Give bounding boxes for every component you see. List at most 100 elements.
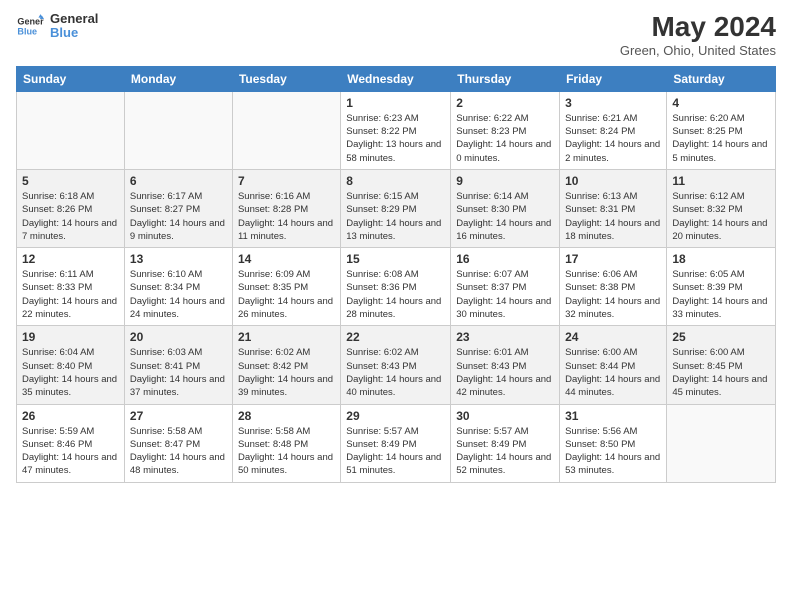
calendar-header-wednesday: Wednesday — [341, 66, 451, 91]
day-info: Sunrise: 5:58 AMSunset: 8:48 PMDaylight:… — [238, 425, 335, 478]
day-info: Sunrise: 6:21 AMSunset: 8:24 PMDaylight:… — [565, 112, 661, 165]
day-number: 26 — [22, 409, 119, 423]
calendar-day-cell: 4 Sunrise: 6:20 AMSunset: 8:25 PMDaylight… — [667, 91, 776, 169]
calendar-day-cell: 22Sunrise: 6:02 AMSunset: 8:43 PMDayligh… — [341, 326, 451, 404]
calendar-header-row: SundayMondayTuesdayWednesdayThursdayFrid… — [17, 66, 776, 91]
main-title: May 2024 — [620, 12, 776, 43]
day-number: 4 — [672, 96, 770, 110]
calendar-week-row: 19 Sunrise: 6:04 AMSunset: 8:40 PMDayligh… — [17, 326, 776, 404]
calendar-day-cell: 24 Sunrise: 6:00 AMSunset: 8:44 PMDayligh… — [560, 326, 667, 404]
day-info: Sunrise: 6:08 AMSunset: 8:36 PMDaylight:… — [346, 268, 445, 321]
day-info: Sunrise: 6:13 AMSunset: 8:31 PMDaylight:… — [565, 190, 661, 243]
day-number: 21 — [238, 330, 335, 344]
calendar-day-cell: 30 Sunrise: 5:57 AMSunset: 8:49 PMDayligh… — [451, 404, 560, 482]
calendar-day-cell: 8Sunrise: 6:15 AMSunset: 8:29 PMDaylight… — [341, 169, 451, 247]
day-number: 14 — [238, 252, 335, 266]
day-number: 6 — [130, 174, 227, 188]
day-info: Sunrise: 6:14 AMSunset: 8:30 PMDaylight:… — [456, 190, 554, 243]
day-info: Sunrise: 5:59 AMSunset: 8:46 PMDaylight:… — [22, 425, 119, 478]
calendar-day-cell: 9Sunrise: 6:14 AMSunset: 8:30 PMDaylight… — [451, 169, 560, 247]
day-info: Sunrise: 6:06 AMSunset: 8:38 PMDaylight:… — [565, 268, 661, 321]
calendar-day-cell: 20 Sunrise: 6:03 AMSunset: 8:41 PMDayligh… — [124, 326, 232, 404]
calendar-day-cell: 28 Sunrise: 5:58 AMSunset: 8:48 PMDayligh… — [232, 404, 340, 482]
title-block: May 2024 Green, Ohio, United States — [620, 12, 776, 58]
day-info: Sunrise: 6:23 AMSunset: 8:22 PMDaylight:… — [346, 112, 445, 165]
calendar-day-cell — [17, 91, 125, 169]
day-number: 7 — [238, 174, 335, 188]
calendar-header-friday: Friday — [560, 66, 667, 91]
calendar-day-cell: 31Sunrise: 5:56 AMSunset: 8:50 PMDayligh… — [560, 404, 667, 482]
day-number: 2 — [456, 96, 554, 110]
day-number: 1 — [346, 96, 445, 110]
day-info: Sunrise: 6:00 AMSunset: 8:44 PMDaylight:… — [565, 346, 661, 399]
day-info: Sunrise: 6:09 AMSunset: 8:35 PMDaylight:… — [238, 268, 335, 321]
calendar-header-saturday: Saturday — [667, 66, 776, 91]
day-number: 8 — [346, 174, 445, 188]
day-number: 13 — [130, 252, 227, 266]
day-number: 12 — [22, 252, 119, 266]
calendar-week-row: 1 Sunrise: 6:23 AMSunset: 8:22 PMDaylight… — [17, 91, 776, 169]
day-info: Sunrise: 5:57 AMSunset: 8:49 PMDaylight:… — [346, 425, 445, 478]
calendar-header-tuesday: Tuesday — [232, 66, 340, 91]
day-number: 29 — [346, 409, 445, 423]
calendar-day-cell: 14 Sunrise: 6:09 AMSunset: 8:35 PMDayligh… — [232, 248, 340, 326]
calendar-day-cell — [124, 91, 232, 169]
day-number: 19 — [22, 330, 119, 344]
day-info: Sunrise: 5:58 AMSunset: 8:47 PMDaylight:… — [130, 425, 227, 478]
calendar-day-cell: 29 Sunrise: 5:57 AMSunset: 8:49 PMDayligh… — [341, 404, 451, 482]
header: General Blue General Blue May 2024 Green… — [16, 12, 776, 58]
day-info: Sunrise: 6:22 AMSunset: 8:23 PMDaylight:… — [456, 112, 554, 165]
day-info: Sunrise: 6:04 AMSunset: 8:40 PMDaylight:… — [22, 346, 119, 399]
day-number: 5 — [22, 174, 119, 188]
calendar-week-row: 5 Sunrise: 6:18 AMSunset: 8:26 PMDaylight… — [17, 169, 776, 247]
page: General Blue General Blue May 2024 Green… — [0, 0, 792, 612]
day-number: 15 — [346, 252, 445, 266]
calendar-day-cell: 16Sunrise: 6:07 AMSunset: 8:37 PMDayligh… — [451, 248, 560, 326]
calendar-day-cell: 18Sunrise: 6:05 AMSunset: 8:39 PMDayligh… — [667, 248, 776, 326]
day-number: 23 — [456, 330, 554, 344]
calendar-day-cell: 15 Sunrise: 6:08 AMSunset: 8:36 PMDayligh… — [341, 248, 451, 326]
subtitle: Green, Ohio, United States — [620, 43, 776, 58]
day-info: Sunrise: 6:20 AMSunset: 8:25 PMDaylight:… — [672, 112, 770, 165]
day-info: Sunrise: 6:00 AMSunset: 8:45 PMDaylight:… — [672, 346, 770, 399]
day-number: 10 — [565, 174, 661, 188]
calendar-table: SundayMondayTuesdayWednesdayThursdayFrid… — [16, 66, 776, 483]
calendar-week-row: 26 Sunrise: 5:59 AMSunset: 8:46 PMDayligh… — [17, 404, 776, 482]
calendar-day-cell: 10 Sunrise: 6:13 AMSunset: 8:31 PMDayligh… — [560, 169, 667, 247]
calendar-header-thursday: Thursday — [451, 66, 560, 91]
day-number: 20 — [130, 330, 227, 344]
day-info: Sunrise: 6:05 AMSunset: 8:39 PMDaylight:… — [672, 268, 770, 321]
svg-text:Blue: Blue — [17, 27, 37, 37]
calendar-week-row: 12Sunrise: 6:11 AMSunset: 8:33 PMDayligh… — [17, 248, 776, 326]
calendar-day-cell — [232, 91, 340, 169]
calendar-day-cell: 2 Sunrise: 6:22 AMSunset: 8:23 PMDaylight… — [451, 91, 560, 169]
calendar-day-cell: 7 Sunrise: 6:16 AMSunset: 8:28 PMDaylight… — [232, 169, 340, 247]
calendar-header-monday: Monday — [124, 66, 232, 91]
day-number: 28 — [238, 409, 335, 423]
day-number: 30 — [456, 409, 554, 423]
calendar-day-cell: 11Sunrise: 6:12 AMSunset: 8:32 PMDayligh… — [667, 169, 776, 247]
day-info: Sunrise: 6:16 AMSunset: 8:28 PMDaylight:… — [238, 190, 335, 243]
day-info: Sunrise: 6:10 AMSunset: 8:34 PMDaylight:… — [130, 268, 227, 321]
day-info: Sunrise: 6:03 AMSunset: 8:41 PMDaylight:… — [130, 346, 227, 399]
day-info: Sunrise: 6:02 AMSunset: 8:42 PMDaylight:… — [238, 346, 335, 399]
day-number: 27 — [130, 409, 227, 423]
day-info: Sunrise: 5:57 AMSunset: 8:49 PMDaylight:… — [456, 425, 554, 478]
calendar-day-cell: 25 Sunrise: 6:00 AMSunset: 8:45 PMDayligh… — [667, 326, 776, 404]
calendar-day-cell: 12Sunrise: 6:11 AMSunset: 8:33 PMDayligh… — [17, 248, 125, 326]
day-number: 11 — [672, 174, 770, 188]
logo: General Blue General Blue — [16, 12, 98, 41]
day-number: 3 — [565, 96, 661, 110]
calendar-day-cell — [667, 404, 776, 482]
calendar-day-cell: 26 Sunrise: 5:59 AMSunset: 8:46 PMDayligh… — [17, 404, 125, 482]
calendar-day-cell: 21 Sunrise: 6:02 AMSunset: 8:42 PMDayligh… — [232, 326, 340, 404]
day-number: 31 — [565, 409, 661, 423]
day-number: 22 — [346, 330, 445, 344]
day-number: 24 — [565, 330, 661, 344]
day-info: Sunrise: 6:18 AMSunset: 8:26 PMDaylight:… — [22, 190, 119, 243]
day-number: 25 — [672, 330, 770, 344]
calendar-header-sunday: Sunday — [17, 66, 125, 91]
day-info: Sunrise: 6:17 AMSunset: 8:27 PMDaylight:… — [130, 190, 227, 243]
logo-text-general: General — [50, 12, 98, 26]
calendar-day-cell: 23Sunrise: 6:01 AMSunset: 8:43 PMDayligh… — [451, 326, 560, 404]
